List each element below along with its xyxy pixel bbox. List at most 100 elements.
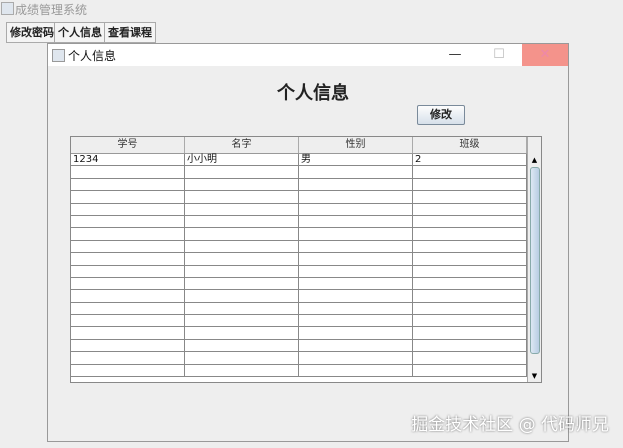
table-cell[interactable]: 小小明 bbox=[185, 154, 299, 166]
table-cell[interactable] bbox=[413, 215, 527, 228]
table-row[interactable] bbox=[71, 240, 541, 254]
table-cell[interactable] bbox=[185, 315, 299, 327]
close-button[interactable]: ✕ bbox=[522, 44, 568, 66]
table-cell[interactable] bbox=[413, 352, 527, 364]
table-cell[interactable] bbox=[71, 302, 185, 315]
table-cell[interactable] bbox=[413, 253, 527, 265]
table-cell[interactable] bbox=[299, 178, 413, 191]
table-cell[interactable] bbox=[71, 352, 185, 364]
table-row[interactable] bbox=[71, 352, 541, 365]
table-cell[interactable] bbox=[185, 253, 299, 265]
table-cell[interactable]: 2 bbox=[413, 154, 527, 166]
table-cell[interactable] bbox=[413, 203, 527, 215]
table-row[interactable]: 1234 小小明男 2 bbox=[71, 154, 541, 167]
table-cell[interactable] bbox=[71, 364, 185, 377]
column-header-name[interactable]: 名字 bbox=[185, 137, 299, 153]
table-cell[interactable] bbox=[71, 228, 185, 240]
table-cell[interactable] bbox=[413, 240, 527, 253]
table-row[interactable] bbox=[71, 166, 541, 179]
table-cell[interactable] bbox=[413, 302, 527, 315]
column-header-student-id[interactable]: 学号 bbox=[71, 137, 185, 153]
column-header-class[interactable]: 班级 bbox=[413, 137, 527, 153]
table-row[interactable] bbox=[71, 290, 541, 303]
window-title-bar[interactable]: 个人信息 — ☐ ✕ bbox=[48, 44, 568, 66]
table-row[interactable] bbox=[71, 228, 541, 241]
table-cell[interactable] bbox=[299, 240, 413, 253]
table-cell[interactable] bbox=[71, 215, 185, 228]
table-cell[interactable] bbox=[71, 327, 185, 339]
table-row[interactable] bbox=[71, 302, 541, 316]
table-cell[interactable] bbox=[413, 166, 527, 178]
table-cell[interactable] bbox=[413, 315, 527, 327]
table-cell[interactable] bbox=[185, 339, 299, 352]
table-cell[interactable] bbox=[299, 302, 413, 315]
table-cell[interactable] bbox=[71, 240, 185, 253]
table-cell[interactable] bbox=[71, 253, 185, 265]
table-row[interactable] bbox=[71, 277, 541, 291]
table-cell[interactable] bbox=[71, 178, 185, 191]
table-row[interactable] bbox=[71, 215, 541, 229]
table-row[interactable] bbox=[71, 315, 541, 328]
table-row[interactable] bbox=[71, 265, 541, 278]
table-cell[interactable] bbox=[185, 215, 299, 228]
table-row[interactable] bbox=[71, 364, 541, 378]
table-cell[interactable] bbox=[71, 191, 185, 203]
table-cell[interactable] bbox=[413, 277, 527, 290]
table-cell[interactable] bbox=[413, 290, 527, 302]
table-cell[interactable] bbox=[413, 178, 527, 191]
table-row[interactable] bbox=[71, 191, 541, 204]
column-header-gender[interactable]: 性别 bbox=[299, 137, 413, 153]
table-cell[interactable] bbox=[299, 315, 413, 327]
table-cell[interactable] bbox=[71, 166, 185, 178]
scroll-thumb[interactable] bbox=[530, 167, 540, 354]
table-row[interactable] bbox=[71, 178, 541, 192]
table-cell[interactable] bbox=[185, 302, 299, 315]
vertical-scrollbar[interactable]: ▲ ▼ bbox=[527, 137, 541, 382]
table-cell[interactable] bbox=[71, 290, 185, 302]
menu-change-password[interactable]: 修改密码 bbox=[6, 22, 58, 43]
table-cell[interactable] bbox=[71, 315, 185, 327]
table-cell[interactable] bbox=[185, 364, 299, 377]
table-cell[interactable] bbox=[299, 339, 413, 352]
table-cell[interactable] bbox=[299, 352, 413, 364]
table-cell[interactable]: 男 bbox=[299, 154, 413, 166]
table-cell[interactable]: 1234 bbox=[71, 154, 185, 166]
edit-button[interactable]: 修改 bbox=[417, 105, 465, 125]
table-cell[interactable] bbox=[71, 339, 185, 352]
table-cell[interactable] bbox=[71, 265, 185, 277]
table-cell[interactable] bbox=[185, 290, 299, 302]
table-cell[interactable] bbox=[299, 290, 413, 302]
table-cell[interactable] bbox=[413, 191, 527, 203]
minimize-button[interactable]: — bbox=[432, 44, 478, 66]
menu-view-courses[interactable]: 查看课程 bbox=[104, 22, 156, 43]
table-cell[interactable] bbox=[299, 265, 413, 277]
table-cell[interactable] bbox=[413, 228, 527, 240]
table-cell[interactable] bbox=[185, 191, 299, 203]
scroll-up-arrow-icon[interactable]: ▲ bbox=[528, 154, 541, 166]
table-cell[interactable] bbox=[185, 277, 299, 290]
maximize-button[interactable]: ☐ bbox=[476, 44, 522, 66]
table-cell[interactable] bbox=[299, 277, 413, 290]
table-cell[interactable] bbox=[185, 240, 299, 253]
table-cell[interactable] bbox=[71, 203, 185, 215]
table-cell[interactable] bbox=[413, 364, 527, 377]
table-cell[interactable] bbox=[185, 352, 299, 364]
table-cell[interactable] bbox=[185, 327, 299, 339]
table-cell[interactable] bbox=[299, 228, 413, 240]
scroll-down-arrow-icon[interactable]: ▼ bbox=[528, 370, 541, 382]
table-row[interactable] bbox=[71, 203, 541, 216]
table-cell[interactable] bbox=[185, 228, 299, 240]
table-cell[interactable] bbox=[299, 215, 413, 228]
table-cell[interactable] bbox=[299, 364, 413, 377]
table-row[interactable] bbox=[71, 339, 541, 353]
table-cell[interactable] bbox=[413, 327, 527, 339]
table-row[interactable] bbox=[71, 253, 541, 266]
table-cell[interactable] bbox=[299, 327, 413, 339]
table-cell[interactable] bbox=[299, 166, 413, 178]
table-row[interactable] bbox=[71, 327, 541, 340]
table-cell[interactable] bbox=[299, 191, 413, 203]
table-cell[interactable] bbox=[185, 265, 299, 277]
table-cell[interactable] bbox=[185, 166, 299, 178]
table-cell[interactable] bbox=[299, 253, 413, 265]
table-cell[interactable] bbox=[413, 339, 527, 352]
